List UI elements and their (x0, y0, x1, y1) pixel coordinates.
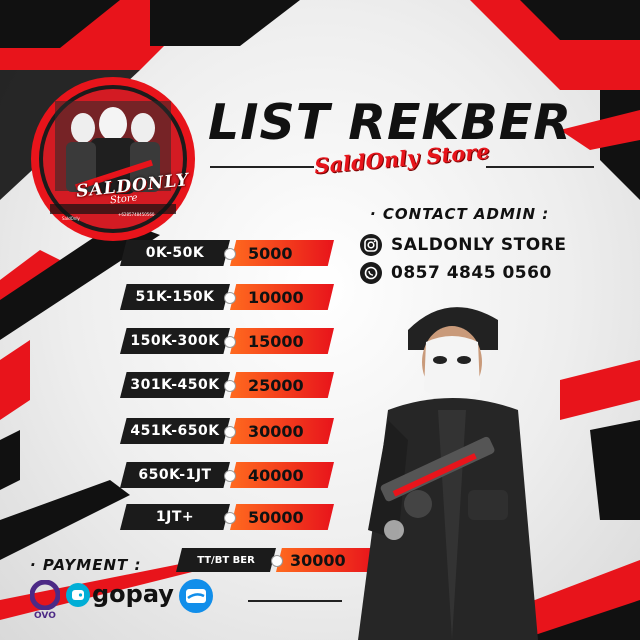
payment-heading: · PAYMENT : (30, 556, 142, 574)
ovo-label: OVO (34, 611, 56, 621)
whatsapp-icon (360, 262, 382, 284)
price-fee: 50000 (230, 504, 334, 530)
price-range: 451K-650K (120, 418, 230, 444)
row-connector-dot (271, 555, 283, 567)
bottom-divider (248, 600, 342, 602)
extra-fee-row: TT/BT BER 30000 (176, 548, 376, 572)
row-connector-dot (224, 380, 236, 392)
dana-icon (179, 579, 213, 613)
character-illustration (358, 307, 538, 640)
price-range: 1JT+ (120, 504, 230, 530)
price-row: 150K-300K 15000 (120, 328, 340, 354)
price-fee: 5000 (230, 240, 334, 266)
instagram-handle: SALDONLY STORE (391, 235, 567, 255)
gopay-label: gopay (92, 580, 174, 608)
price-range: 0K-50K (120, 240, 230, 266)
whatsapp-number: 0857 4845 0560 (391, 263, 552, 283)
price-row: 451K-650K 30000 (120, 418, 340, 444)
row-connector-dot (224, 248, 236, 260)
row-connector-dot (224, 426, 236, 438)
store-logo-badge (31, 77, 195, 241)
price-fee: 25000 (230, 372, 334, 398)
row-connector-dot (224, 292, 236, 304)
logo-handle-right: +6285748450560 (118, 212, 155, 217)
price-row: 51K-150K 10000 (120, 284, 340, 310)
price-row: 0K-50K 5000 (120, 240, 340, 266)
price-row: 1JT+ 50000 (120, 504, 340, 530)
extra-fee-label: TT/BT BER (176, 548, 276, 572)
ovo-icon (30, 580, 60, 610)
price-fee: 30000 (230, 418, 334, 444)
title-divider-right (486, 166, 594, 168)
price-row: 301K-450K 25000 (120, 372, 340, 398)
price-fee: 40000 (230, 462, 334, 488)
instagram-icon (360, 234, 382, 256)
logo-handle-left: SaldOnly (62, 216, 80, 221)
price-range: 301K-450K (120, 372, 230, 398)
price-fee: 10000 (230, 284, 334, 310)
title-divider-left (210, 166, 314, 168)
price-row: 650K-1JT 40000 (120, 462, 340, 488)
contact-instagram[interactable]: SALDONLY STORE (360, 234, 566, 256)
contact-heading: · CONTACT ADMIN : (370, 205, 550, 223)
price-range: 150K-300K (120, 328, 230, 354)
poster: SALDONLY Store SaldOnly +6285748450560 L… (0, 0, 640, 640)
price-range: 650K-1JT (120, 462, 230, 488)
row-connector-dot (224, 512, 236, 524)
gopay-icon (66, 583, 90, 607)
row-connector-dot (224, 336, 236, 348)
row-connector-dot (224, 470, 236, 482)
price-fee: 15000 (230, 328, 334, 354)
price-range: 51K-150K (120, 284, 230, 310)
page-title: LIST REKBER (208, 94, 572, 151)
contact-whatsapp[interactable]: 0857 4845 0560 (360, 262, 552, 284)
